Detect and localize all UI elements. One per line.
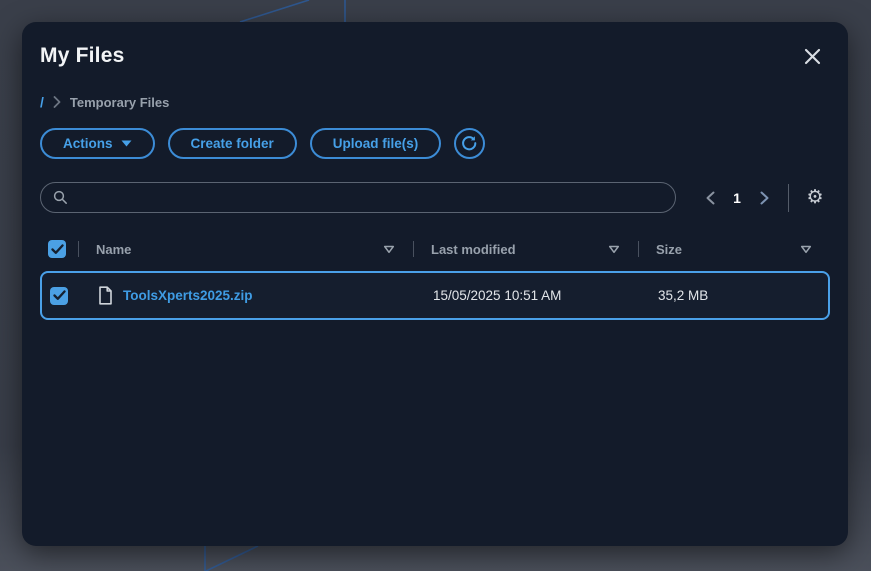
upload-files-button[interactable]: Upload file(s)	[310, 128, 442, 159]
row-checkbox-cell	[42, 287, 80, 305]
current-page-number: 1	[727, 190, 747, 206]
column-header-size-label: Size	[656, 242, 682, 257]
column-divider	[413, 241, 414, 257]
upload-files-button-label: Upload file(s)	[333, 136, 419, 151]
actions-button[interactable]: Actions	[40, 128, 155, 159]
filter-triangle-icon	[608, 245, 620, 254]
refresh-icon	[461, 135, 478, 152]
next-page-button[interactable]	[751, 185, 777, 211]
select-all-checkbox[interactable]	[48, 240, 66, 258]
file-name-link[interactable]: ToolsXperts2025.zip	[123, 288, 253, 303]
search-icon	[53, 190, 68, 205]
settings-button[interactable]: ⚙	[802, 185, 828, 211]
create-folder-button-label: Create folder	[191, 136, 274, 151]
filter-size-button[interactable]	[800, 245, 812, 254]
previous-page-button[interactable]	[697, 185, 723, 211]
column-header-name-label: Name	[96, 242, 131, 257]
file-icon	[98, 286, 113, 305]
search-box[interactable]	[40, 182, 676, 213]
row-checkbox[interactable]	[50, 287, 68, 305]
column-header-last-modified[interactable]: Last modified	[413, 235, 638, 263]
check-icon	[53, 290, 66, 301]
dialog-title: My Files	[40, 44, 124, 68]
file-size-cell: 35,2 MB	[640, 288, 828, 303]
breadcrumb-current-folder: Temporary Files	[70, 95, 169, 110]
table-header: Name Last modified Size	[40, 235, 830, 263]
file-last-modified-cell: 15/05/2025 10:51 AM	[415, 288, 640, 303]
breadcrumb-root[interactable]: /	[40, 94, 44, 110]
gear-icon: ⚙	[806, 188, 823, 207]
table-row[interactable]: ToolsXperts2025.zip 15/05/2025 10:51 AM …	[40, 271, 830, 320]
file-name-cell: ToolsXperts2025.zip	[80, 286, 415, 305]
search-row: 1 ⚙	[40, 182, 830, 213]
column-divider	[638, 241, 639, 257]
toolbar: Actions Create folder Upload file(s)	[40, 128, 830, 159]
column-header-name[interactable]: Name	[78, 235, 413, 263]
column-header-size[interactable]: Size	[638, 235, 830, 263]
filter-name-button[interactable]	[383, 245, 395, 254]
filter-triangle-icon	[383, 245, 395, 254]
search-input[interactable]	[76, 190, 663, 205]
column-divider	[78, 241, 79, 257]
close-icon	[804, 48, 821, 65]
my-files-dialog: My Files / Temporary Files Actions Creat…	[22, 22, 848, 546]
close-button[interactable]	[798, 42, 826, 70]
chevron-left-icon	[706, 191, 715, 205]
column-header-last-modified-label: Last modified	[431, 242, 516, 257]
select-all-cell	[40, 240, 78, 258]
chevron-right-icon	[760, 191, 769, 205]
caret-down-icon	[121, 140, 132, 147]
pagination: 1 ⚙	[697, 184, 830, 212]
create-folder-button[interactable]: Create folder	[168, 128, 297, 159]
refresh-button[interactable]	[454, 128, 485, 159]
chevron-right-icon	[53, 96, 61, 108]
filter-last-modified-button[interactable]	[608, 245, 620, 254]
breadcrumb: / Temporary Files	[40, 94, 830, 110]
pager-divider	[788, 184, 789, 212]
actions-button-label: Actions	[63, 136, 113, 151]
dialog-header: My Files	[40, 40, 830, 72]
check-icon	[51, 244, 64, 255]
filter-triangle-icon	[800, 245, 812, 254]
